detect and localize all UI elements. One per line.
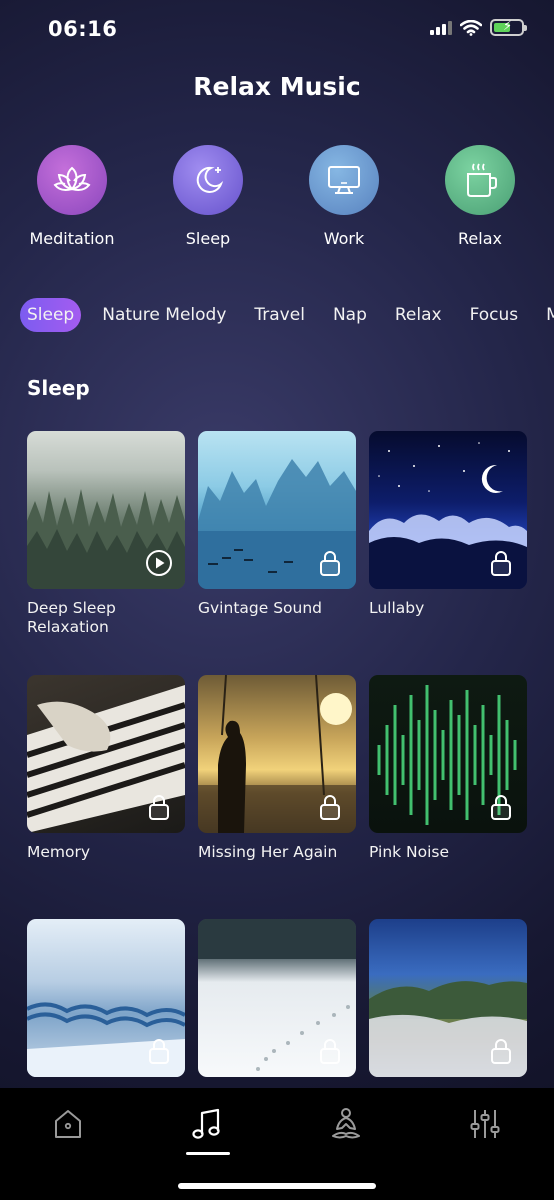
play-icon[interactable] — [145, 549, 173, 577]
track-card[interactable] — [369, 919, 527, 1087]
coffee-cup-icon — [445, 145, 515, 215]
track-thumbnail — [369, 919, 527, 1077]
track-thumbnail — [27, 675, 185, 833]
track-title: Pink Noise — [369, 843, 450, 861]
app-title: Relax Music — [193, 72, 361, 101]
lotus-icon — [37, 145, 107, 215]
category-row: Meditation Sleep Work Relax — [0, 145, 554, 248]
battery-icon: ⚡ — [490, 19, 527, 36]
track-title: Missing Her Again — [198, 843, 338, 861]
track-grid: Deep Sleep Relaxation Gvintage Sound Lul… — [27, 431, 537, 1087]
monitor-icon — [309, 145, 379, 215]
lock-icon — [149, 1039, 169, 1064]
lock-icon — [149, 795, 169, 820]
track-card[interactable]: Deep Sleep Relaxation — [27, 431, 185, 637]
lock-icon — [320, 1039, 340, 1064]
track-thumbnail — [369, 675, 527, 833]
track-card[interactable]: Memory — [27, 675, 185, 862]
status-time: 06:16 — [48, 17, 118, 41]
lock-icon — [491, 551, 511, 576]
category-label: Relax — [458, 229, 502, 248]
lock-icon — [491, 1039, 511, 1064]
track-thumbnail — [198, 919, 356, 1077]
tab-relax[interactable]: Relax — [388, 298, 449, 332]
track-thumbnail — [198, 431, 356, 589]
meditation-icon[interactable] — [326, 1104, 366, 1144]
lock-icon — [491, 795, 511, 820]
status-bar: 06:16 ⚡ — [0, 0, 554, 60]
tab-more[interactable]: Mo — [539, 298, 554, 332]
home-icon[interactable] — [48, 1104, 88, 1144]
tab-nap[interactable]: Nap — [326, 298, 374, 332]
category-sleep[interactable]: Sleep — [140, 145, 276, 248]
track-thumbnail — [27, 431, 185, 589]
home-indicator — [178, 1183, 376, 1189]
wifi-icon — [460, 19, 482, 36]
category-label: Sleep — [185, 229, 231, 248]
category-work[interactable]: Work — [276, 145, 412, 248]
track-title: Deep Sleep Relaxation — [27, 599, 116, 636]
track-card[interactable]: Pink Noise — [369, 675, 527, 862]
equalizer-icon[interactable] — [465, 1104, 505, 1144]
category-label: Work — [323, 229, 365, 248]
track-card[interactable] — [198, 919, 356, 1087]
tab-nature-melody[interactable]: Nature Melody — [95, 298, 233, 332]
tab-focus[interactable]: Focus — [463, 298, 526, 332]
status-icons: ⚡ — [430, 19, 527, 36]
track-title: Gvintage Sound — [198, 599, 322, 617]
music-note-icon[interactable] — [187, 1104, 227, 1144]
lock-icon — [320, 795, 340, 820]
tab-sleep[interactable]: Sleep — [20, 298, 82, 332]
track-title: Memory — [27, 843, 91, 861]
track-thumbnail — [27, 919, 185, 1077]
section-title: Sleep — [27, 376, 90, 400]
category-label: Meditation — [29, 229, 115, 248]
moon-icon — [173, 145, 243, 215]
active-tab-indicator — [186, 1152, 230, 1155]
cellular-signal-icon — [430, 20, 452, 35]
genre-tabs: Sleep Nature Melody Travel Nap Relax Foc… — [20, 298, 554, 332]
track-card[interactable]: Lullaby — [369, 431, 527, 618]
track-thumbnail — [198, 675, 356, 833]
track-card[interactable]: Gvintage Sound — [198, 431, 356, 618]
track-card[interactable]: Missing Her Again — [198, 675, 356, 862]
tab-travel[interactable]: Travel — [247, 298, 312, 332]
track-title: Lullaby — [369, 599, 425, 617]
track-card[interactable] — [27, 919, 185, 1087]
category-relax[interactable]: Relax — [412, 145, 548, 248]
category-meditation[interactable]: Meditation — [4, 145, 140, 248]
lock-icon — [320, 551, 340, 576]
track-thumbnail — [369, 431, 527, 589]
